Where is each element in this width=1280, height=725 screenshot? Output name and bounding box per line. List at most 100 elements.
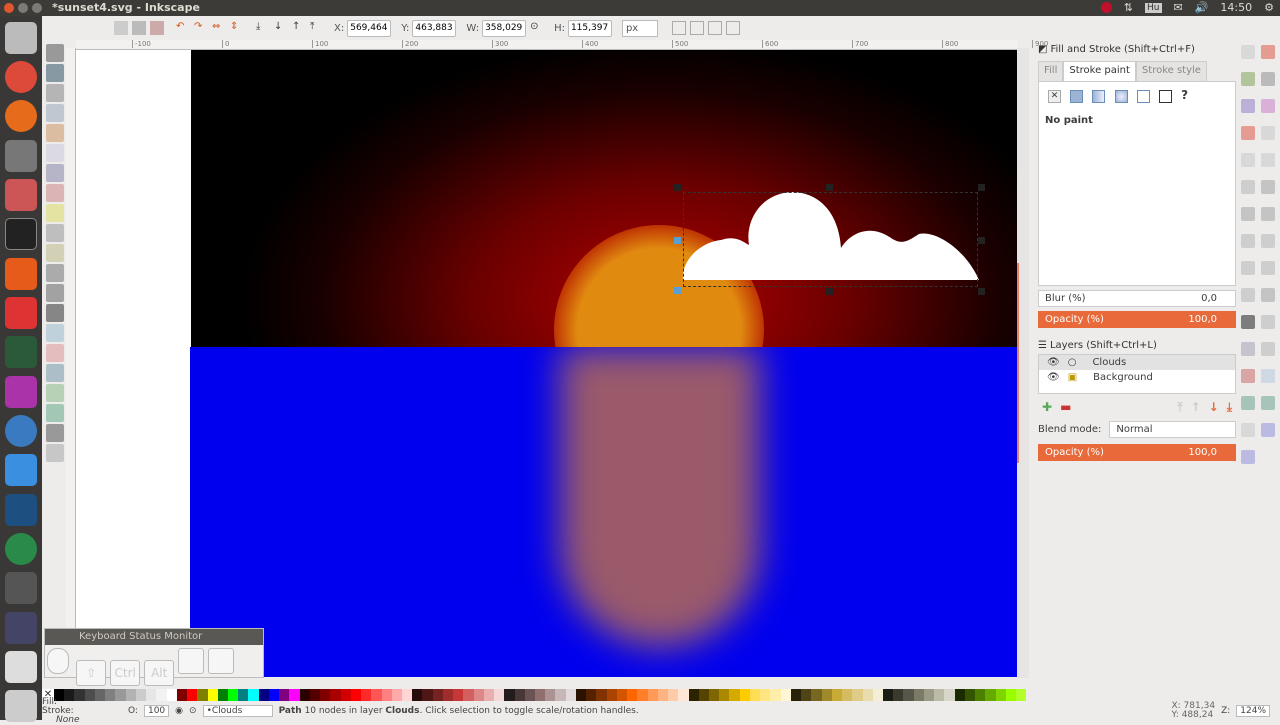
- visibility-eye-icon[interactable]: 👁: [1047, 357, 1060, 368]
- record-icon[interactable]: [1100, 2, 1112, 13]
- color-swatch[interactable]: [1016, 689, 1027, 701]
- unlock-icon[interactable]: ○: [1068, 357, 1077, 368]
- color-swatch[interactable]: [135, 689, 147, 701]
- thunderbird-icon[interactable]: [5, 415, 37, 447]
- color-swatch[interactable]: [504, 689, 515, 701]
- color-swatch[interactable]: [709, 689, 720, 701]
- dropbox-icon[interactable]: [5, 454, 37, 486]
- xml-editor-icon[interactable]: [1261, 342, 1275, 356]
- color-swatch[interactable]: [934, 689, 945, 701]
- color-swatch[interactable]: [872, 689, 883, 701]
- save-icon[interactable]: [1241, 72, 1255, 86]
- rectangle-tool-icon[interactable]: [46, 144, 64, 162]
- color-swatch[interactable]: [401, 689, 413, 701]
- color-swatch[interactable]: [811, 689, 822, 701]
- color-swatch[interactable]: [463, 689, 474, 701]
- tab-fill[interactable]: Fill: [1038, 61, 1064, 81]
- color-swatch[interactable]: [616, 689, 628, 701]
- scale-handle-n[interactable]: [826, 184, 833, 191]
- paste-icon[interactable]: [1241, 180, 1255, 194]
- canvas[interactable]: [76, 50, 1017, 677]
- mesh-tool-icon[interactable]: [46, 404, 64, 422]
- color-swatch[interactable]: [668, 689, 679, 701]
- color-swatch[interactable]: [1005, 689, 1017, 701]
- color-swatch[interactable]: [105, 689, 116, 701]
- inkscape-icon[interactable]: [5, 572, 37, 604]
- layer-up-icon[interactable]: ↑: [1191, 400, 1201, 415]
- align-icon[interactable]: [1241, 342, 1255, 356]
- color-swatch[interactable]: [289, 689, 300, 701]
- color-swatch[interactable]: [115, 689, 126, 701]
- color-swatch[interactable]: [320, 689, 331, 701]
- swatch-button[interactable]: [1158, 89, 1172, 103]
- toggle-visibility-icon[interactable]: ◉: [175, 706, 183, 716]
- color-swatch[interactable]: [975, 689, 986, 701]
- color-swatch[interactable]: [125, 689, 136, 701]
- system-monitor-icon[interactable]: [5, 336, 37, 368]
- color-swatch[interactable]: [913, 689, 924, 701]
- color-swatch[interactable]: [698, 689, 709, 701]
- terminal-icon[interactable]: [5, 218, 37, 250]
- y-input[interactable]: [412, 19, 457, 37]
- color-swatch[interactable]: [944, 689, 955, 701]
- color-swatch[interactable]: [268, 689, 280, 701]
- color-swatch[interactable]: [842, 689, 853, 701]
- selector-tool-icon[interactable]: [46, 44, 64, 62]
- clone-icon[interactable]: [1261, 234, 1275, 248]
- opacity-slider[interactable]: Opacity (%) 100,0: [1038, 311, 1236, 328]
- color-swatch[interactable]: [197, 689, 208, 701]
- drive-icon[interactable]: [5, 651, 37, 683]
- lock-icon[interactable]: ▣: [1068, 372, 1077, 383]
- zoom-selection-icon[interactable]: [1261, 180, 1275, 194]
- zoom-input[interactable]: 124%: [1236, 705, 1270, 717]
- spray-tool-icon[interactable]: [46, 324, 64, 342]
- layer-row[interactable]: 👁 ▣ Background: [1039, 370, 1235, 385]
- color-swatch[interactable]: [248, 689, 259, 701]
- select-all-icon[interactable]: [114, 21, 128, 35]
- color-swatch[interactable]: [166, 689, 177, 701]
- color-swatch[interactable]: [412, 689, 423, 701]
- color-swatch[interactable]: [688, 689, 699, 701]
- color-swatch[interactable]: [453, 689, 464, 701]
- color-swatch[interactable]: [954, 689, 965, 701]
- unlink-clone-icon[interactable]: [1241, 261, 1255, 275]
- scale-corners-icon[interactable]: [689, 21, 704, 35]
- network-icon[interactable]: ⇅: [1124, 1, 1133, 14]
- keyboard-layout-indicator[interactable]: Hu: [1145, 2, 1162, 13]
- color-swatch[interactable]: [831, 689, 843, 701]
- layer-row[interactable]: 👁 ○ Clouds: [1039, 355, 1235, 370]
- tab-stroke-paint[interactable]: Stroke paint: [1063, 61, 1136, 81]
- color-swatch[interactable]: [760, 689, 771, 701]
- rotate-cw-icon[interactable]: ↷: [194, 21, 208, 35]
- snap-bbox-icon[interactable]: [1241, 423, 1255, 437]
- globe-icon[interactable]: [5, 533, 37, 565]
- color-swatch[interactable]: [524, 689, 536, 701]
- unit-select[interactable]: px: [621, 19, 658, 37]
- export-icon[interactable]: [1261, 99, 1275, 113]
- color-swatch[interactable]: [299, 689, 310, 701]
- color-swatch[interactable]: [596, 689, 607, 701]
- close-window-button[interactable]: [4, 3, 14, 13]
- group-icon[interactable]: [1261, 261, 1275, 275]
- color-swatch[interactable]: [749, 689, 761, 701]
- select-all-layers-icon[interactable]: [132, 21, 146, 35]
- pencil-tool-icon[interactable]: [46, 244, 64, 262]
- zoom-tool-icon[interactable]: [46, 104, 64, 122]
- no-paint-button[interactable]: ✕: [1048, 89, 1061, 103]
- scale-handle-ne[interactable]: [978, 184, 985, 191]
- color-swatch[interactable]: [893, 689, 904, 701]
- volume-icon[interactable]: 🔊: [1195, 1, 1209, 14]
- color-swatch[interactable]: [176, 689, 188, 701]
- color-swatch[interactable]: [852, 689, 863, 701]
- lower-icon[interactable]: ↓: [274, 21, 288, 35]
- color-swatch[interactable]: [361, 689, 372, 701]
- redo-icon[interactable]: [1261, 126, 1275, 140]
- scale-handle-e[interactable]: [978, 237, 985, 244]
- raise-icon[interactable]: ↑: [292, 21, 306, 35]
- snap-grid-icon[interactable]: [1261, 423, 1275, 437]
- eraser-tool-icon[interactable]: [46, 344, 64, 362]
- duplicate-icon[interactable]: [1241, 234, 1255, 248]
- fill-stroke-icon[interactable]: [1261, 288, 1275, 302]
- preferences-icon[interactable]: [1241, 369, 1255, 383]
- current-layer-select[interactable]: •Clouds: [202, 705, 273, 717]
